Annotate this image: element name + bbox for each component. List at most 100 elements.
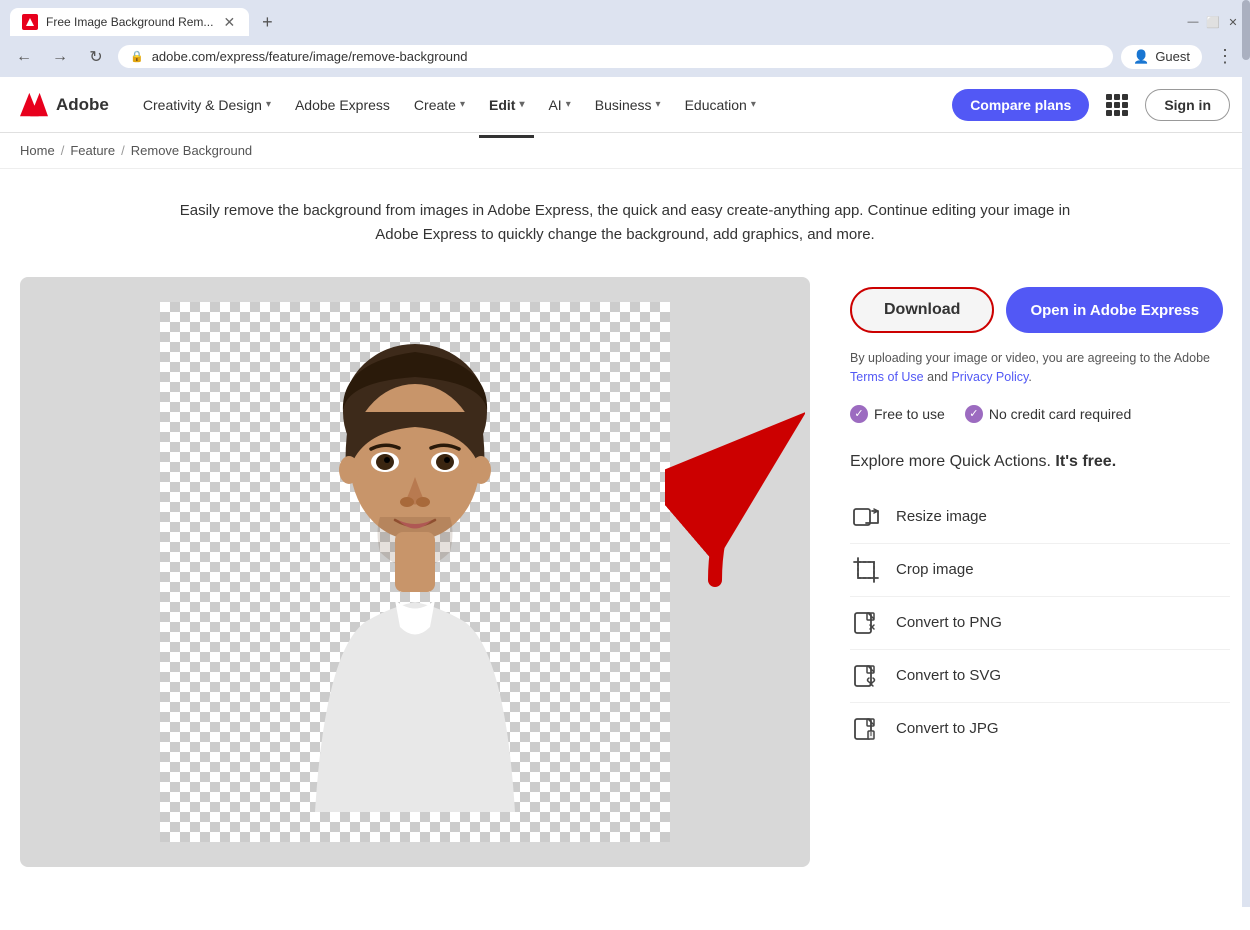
convert-svg-label: Convert to SVG xyxy=(896,667,1001,684)
nav-creativity-label: Creativity & Design xyxy=(143,97,262,113)
browser-chrome: Free Image Background Rem... ✕ + — ⬜ ✕ ←… xyxy=(0,0,1250,77)
checkmark-icon-2: ✓ xyxy=(965,405,983,423)
quick-action-crop[interactable]: Crop image xyxy=(850,544,1230,597)
free-to-use-label: Free to use xyxy=(874,406,945,422)
quick-action-png[interactable]: Convert to PNG xyxy=(850,597,1230,650)
nav-item-ai[interactable]: AI ▾ xyxy=(538,89,580,121)
sign-in-button[interactable]: Sign in xyxy=(1145,89,1230,121)
breadcrumb-home[interactable]: Home xyxy=(20,143,55,158)
browser-topbar: Free Image Background Rem... ✕ + — ⬜ ✕ xyxy=(0,0,1250,36)
quick-actions-list: Resize image Crop image xyxy=(850,491,1230,755)
adobe-logo-text: Adobe xyxy=(56,95,109,115)
privacy-policy-link[interactable]: Privacy Policy xyxy=(951,370,1028,384)
tab-favicon xyxy=(22,14,38,30)
checkerboard-bg xyxy=(160,302,670,842)
quick-action-resize[interactable]: Resize image xyxy=(850,491,1230,544)
adobe-logo[interactable]: Adobe xyxy=(20,91,109,119)
no-credit-card-badge: ✓ No credit card required xyxy=(965,405,1131,423)
nav-right: Compare plans Sign in xyxy=(952,89,1230,121)
url-text: adobe.com/express/feature/image/remove-b… xyxy=(152,49,1101,64)
nav-item-education[interactable]: Education ▾ xyxy=(675,89,766,121)
chevron-down-icon-4: ▾ xyxy=(566,99,571,110)
convert-svg-icon xyxy=(850,660,882,692)
checkmark-icon-1: ✓ xyxy=(850,405,868,423)
content-area: Download Open in Adobe Express By upload… xyxy=(20,277,1230,867)
nav-education-label: Education xyxy=(685,97,747,113)
convert-jpg-icon xyxy=(850,713,882,745)
browser-tabs: Free Image Background Rem... ✕ + xyxy=(10,8,1180,36)
profile-label: Guest xyxy=(1155,49,1190,64)
person-illustration xyxy=(265,332,565,812)
lock-icon: 🔒 xyxy=(130,50,144,63)
breadcrumb-sep-2: / xyxy=(121,143,125,158)
nav-item-express[interactable]: Adobe Express xyxy=(285,89,400,121)
nav-edit-label: Edit xyxy=(489,97,515,113)
chevron-down-icon-3: ▾ xyxy=(519,99,524,110)
agreement-and: and xyxy=(927,370,948,384)
upload-agreement-text: By uploading your image or video, you ar… xyxy=(850,349,1230,387)
apps-grid-icon[interactable] xyxy=(1101,89,1133,121)
profile-button[interactable]: 👤 Guest xyxy=(1121,45,1202,69)
open-in-express-button[interactable]: Open in Adobe Express xyxy=(1006,287,1223,333)
nav-item-create[interactable]: Create ▾ xyxy=(404,89,475,121)
resize-icon xyxy=(850,501,882,533)
breadcrumb: Home / Feature / Remove Background xyxy=(0,133,1250,169)
minimize-button[interactable]: — xyxy=(1186,15,1200,29)
convert-png-label: Convert to PNG xyxy=(896,614,1002,631)
free-badges: ✓ Free to use ✓ No credit card required xyxy=(850,405,1230,423)
tab-close-button[interactable]: ✕ xyxy=(221,14,237,30)
resize-label: Resize image xyxy=(896,508,987,525)
terms-of-use-link[interactable]: Terms of Use xyxy=(850,370,924,384)
tab-label: Free Image Background Rem... xyxy=(46,15,213,29)
nav-items: Creativity & Design ▾ Adobe Express Crea… xyxy=(133,89,952,121)
nav-express-label: Adobe Express xyxy=(295,97,390,113)
site-content: Adobe Creativity & Design ▾ Adobe Expres… xyxy=(0,77,1250,907)
action-buttons: Download Open in Adobe Express xyxy=(850,287,1230,333)
red-arrow xyxy=(665,410,805,590)
convert-jpg-label: Convert to JPG xyxy=(896,720,999,737)
reload-button[interactable]: ↻ xyxy=(82,43,110,71)
maximize-button[interactable]: ⬜ xyxy=(1206,15,1220,29)
download-button[interactable]: Download xyxy=(850,287,994,333)
adobe-nav: Adobe Creativity & Design ▾ Adobe Expres… xyxy=(0,77,1250,133)
convert-png-icon xyxy=(850,607,882,639)
nav-ai-label: AI xyxy=(548,97,561,113)
scrollbar[interactable] xyxy=(1242,0,1250,907)
new-tab-button[interactable]: + xyxy=(253,8,281,36)
quick-actions-title: Explore more Quick Actions. It's free. xyxy=(850,453,1230,471)
chevron-down-icon-5: ▾ xyxy=(656,99,661,110)
nav-create-label: Create xyxy=(414,97,456,113)
breadcrumb-feature[interactable]: Feature xyxy=(70,143,115,158)
crop-label: Crop image xyxy=(896,561,974,578)
free-to-use-badge: ✓ Free to use xyxy=(850,405,945,423)
quick-actions-title-bold: It's free. xyxy=(1055,453,1116,470)
window-controls: — ⬜ ✕ xyxy=(1186,15,1240,29)
no-credit-card-label: No credit card required xyxy=(989,406,1131,422)
back-button[interactable]: ← xyxy=(10,43,38,71)
address-bar[interactable]: 🔒 adobe.com/express/feature/image/remove… xyxy=(118,45,1113,68)
right-panel: Download Open in Adobe Express By upload… xyxy=(850,277,1230,755)
nav-item-creativity[interactable]: Creativity & Design ▾ xyxy=(133,89,281,121)
profile-icon: 👤 xyxy=(1133,49,1149,65)
hero-description: Easily remove the background from images… xyxy=(175,199,1075,247)
browser-menu-button[interactable]: ⋮ xyxy=(1210,42,1240,71)
chevron-down-icon-2: ▾ xyxy=(460,99,465,110)
scrollbar-thumb[interactable] xyxy=(1242,0,1250,60)
active-tab[interactable]: Free Image Background Rem... ✕ xyxy=(10,8,249,36)
main-content: Easily remove the background from images… xyxy=(0,169,1250,907)
quick-action-jpg[interactable]: Convert to JPG xyxy=(850,703,1230,755)
nav-business-label: Business xyxy=(595,97,652,113)
forward-button[interactable]: → xyxy=(46,43,74,71)
compare-plans-button[interactable]: Compare plans xyxy=(952,89,1089,121)
close-window-button[interactable]: ✕ xyxy=(1226,15,1240,29)
nav-item-edit[interactable]: Edit ▾ xyxy=(479,89,534,121)
crop-icon xyxy=(850,554,882,586)
nav-item-business[interactable]: Business ▾ xyxy=(585,89,671,121)
image-preview-container xyxy=(20,277,810,867)
quick-action-svg[interactable]: Convert to SVG xyxy=(850,650,1230,703)
breadcrumb-current: Remove Background xyxy=(131,143,252,158)
quick-actions-title-start: Explore more Quick Actions. xyxy=(850,453,1055,470)
agreement-prefix: By uploading your image or video, you ar… xyxy=(850,351,1210,365)
adobe-logo-icon xyxy=(20,91,48,119)
breadcrumb-sep-1: / xyxy=(61,143,65,158)
